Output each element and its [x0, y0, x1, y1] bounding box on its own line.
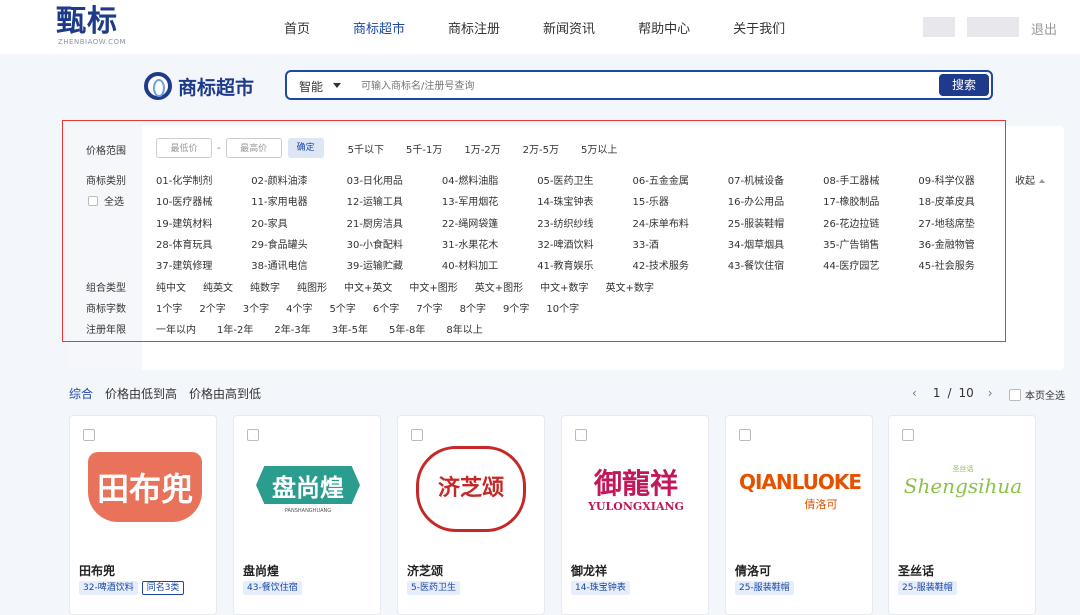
- trademark-card[interactable]: QIANLUOKE 倩洛可 倩洛可 25-服装鞋帽: [725, 415, 873, 615]
- select-page[interactable]: 本页全选: [1009, 387, 1065, 402]
- category-tag: 43-餐饮住宿: [243, 581, 302, 595]
- logo-subtext: YULONGXIANG: [588, 500, 684, 513]
- logo-text: QIANLUOKE: [738, 470, 862, 494]
- logo-text: 盘尚煌: [272, 474, 344, 502]
- logo-subtext: 倩洛可: [804, 498, 838, 511]
- sort-price-asc[interactable]: 价格由低到高: [105, 385, 177, 402]
- pagination: ‹ 1 / 10 ›: [912, 386, 993, 400]
- trademark-logo: 盘尚煌 PANSHANGHUANG: [234, 438, 382, 558]
- trademark-card[interactable]: 盘尚煌 PANSHANGHUANG 盘尚煌 43-餐饮住宿: [233, 415, 381, 615]
- site-logo[interactable]: 甄标 ZHENBIAOW.COM: [56, 4, 127, 47]
- trademark-name: 济芝颂: [407, 564, 444, 578]
- same-name-tag: 同名3类: [141, 581, 185, 595]
- trademark-logo: 圣丝话 Shengsihua: [889, 438, 1037, 558]
- category-tag: 25-服装鞋帽: [898, 581, 957, 595]
- nav-home[interactable]: 首页: [284, 18, 310, 37]
- select-page-label: 本页全选: [1025, 391, 1065, 402]
- sort-bar: 综合 价格由低到高 价格由高到低: [69, 385, 273, 402]
- sort-default[interactable]: 综合: [69, 385, 93, 402]
- category-tag: 14-珠宝钟表: [571, 581, 630, 595]
- logo-subtext: ZHENBIAOW.COM: [58, 38, 127, 46]
- market-heading: 商标超市: [144, 72, 254, 100]
- trademark-logo: 田布兜: [70, 438, 218, 558]
- market-title: 商标超市: [178, 76, 255, 99]
- trademark-logo: 御龍祥 YULONGXIANG: [562, 438, 710, 558]
- trademark-card[interactable]: 济芝颂 济芝颂 5-医药卫生: [397, 415, 545, 615]
- nav-help[interactable]: 帮助中心: [638, 18, 690, 37]
- search-button[interactable]: 搜索: [939, 74, 989, 96]
- collapse-toggle[interactable]: 收起: [1015, 172, 1045, 187]
- chevron-right-icon[interactable]: ›: [988, 386, 993, 400]
- trademark-logo: QIANLUOKE 倩洛可: [726, 438, 874, 558]
- category-tag: 5-医药卫生: [407, 581, 460, 595]
- chevron-up-icon: [1039, 179, 1045, 183]
- chevron-down-icon[interactable]: [333, 83, 341, 88]
- sort-price-desc[interactable]: 价格由高到低: [189, 385, 261, 402]
- trademark-name: 田布兜: [79, 564, 116, 578]
- logo-text: 田布兜: [96, 470, 193, 508]
- user-name-placeholder[interactable]: [967, 17, 1019, 37]
- logo-text: Shengsihua: [903, 474, 1023, 498]
- trademark-name: 倩洛可: [735, 564, 772, 578]
- logo-text: 甄标: [56, 4, 118, 39]
- page-separator: /: [947, 386, 952, 400]
- trademark-name: 盘尚煌: [243, 564, 280, 578]
- search-bar: 智能 搜索: [285, 70, 993, 100]
- logo-text: 御龍祥: [593, 467, 678, 500]
- trademark-name: 圣丝话: [898, 564, 935, 578]
- main-nav: 首页 商标超市 商标注册 新闻资讯 帮助中心 关于我们: [284, 18, 828, 37]
- trademark-card[interactable]: 田布兜 田布兜 32-啤酒饮料 同名3类: [69, 415, 217, 615]
- category-tag: 25-服装鞋帽: [735, 581, 794, 595]
- collapse-label: 收起: [1015, 176, 1035, 187]
- user-avatar-placeholder[interactable]: [923, 17, 955, 37]
- search-mode-select[interactable]: 智能: [299, 78, 323, 95]
- trademark-name: 御龙祥: [571, 564, 608, 578]
- nav-trademark-market[interactable]: 商标超市: [353, 18, 405, 37]
- trademark-card[interactable]: 御龍祥 YULONGXIANG 御龙祥 14-珠宝钟表: [561, 415, 709, 615]
- chevron-left-icon[interactable]: ‹: [912, 386, 917, 400]
- page-total: 10: [958, 386, 974, 400]
- logo-subtext: PANSHANGHUANG: [284, 508, 332, 514]
- highlight-box: [62, 120, 1006, 342]
- nav-about[interactable]: 关于我们: [733, 18, 785, 37]
- nav-trademark-register[interactable]: 商标注册: [448, 18, 500, 37]
- trademark-card[interactable]: 圣丝话 Shengsihua 圣丝话 25-服装鞋帽: [888, 415, 1036, 615]
- category-tag: 32-啤酒饮料: [79, 581, 138, 595]
- logo-subtext: 圣丝话: [952, 465, 974, 473]
- page-current: 1: [932, 386, 941, 400]
- market-logo-icon: [144, 72, 172, 100]
- logout-link[interactable]: 退出: [1031, 19, 1057, 38]
- search-input[interactable]: [359, 76, 923, 96]
- checkbox-icon[interactable]: [1009, 388, 1021, 401]
- trademark-logo: 济芝颂: [398, 438, 546, 558]
- logo-text: 济芝颂: [437, 475, 504, 501]
- nav-news[interactable]: 新闻资讯: [543, 18, 595, 37]
- top-nav-bar: 甄标 ZHENBIAOW.COM 首页 商标超市 商标注册 新闻资讯 帮助中心 …: [0, 0, 1080, 54]
